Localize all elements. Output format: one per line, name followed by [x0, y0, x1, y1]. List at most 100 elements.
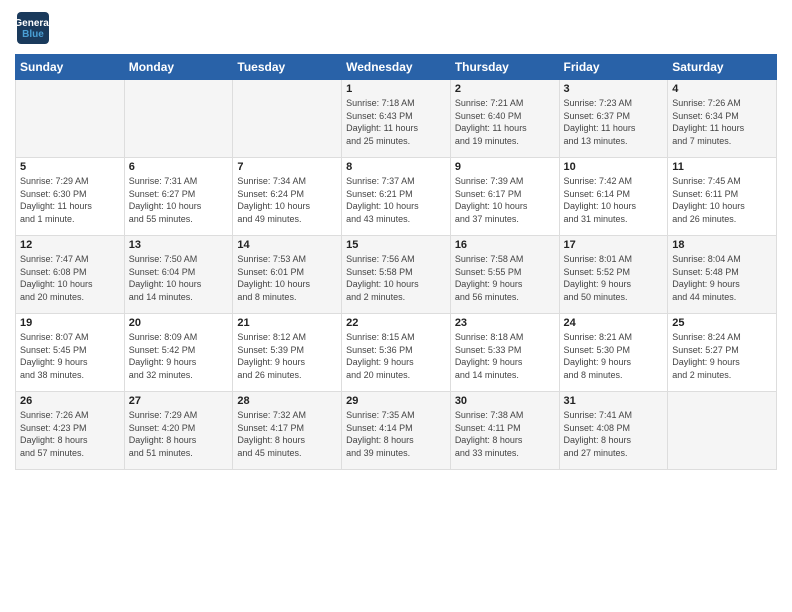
calendar-cell: 2Sunrise: 7:21 AM Sunset: 6:40 PM Daylig… — [450, 80, 559, 158]
calendar-cell: 29 Sunrise: 7:35 AM Sunset: 4:14 PM Dayli… — [342, 392, 451, 470]
calendar-cell: 24 Sunrise: 8:21 AM Sunset: 5:30 PM Dayli… — [559, 314, 668, 392]
day-content: Sunrise: 7:42 AM Sunset: 6:14 PM Dayligh… — [564, 175, 664, 225]
svg-text:Blue: Blue — [22, 29, 44, 40]
day-number: 17 — [564, 239, 664, 251]
day-content: Sunrise: 7:34 AM Sunset: 6:24 PM Dayligh… — [237, 175, 337, 225]
calendar-cell: 19 Sunrise: 8:07 AM Sunset: 5:45 PM Dayli… — [16, 314, 125, 392]
day-number: 23 — [455, 317, 555, 329]
day-number: 19 — [20, 317, 120, 329]
svg-text:General: General — [15, 18, 51, 29]
day-content: Sunrise: 7:29 AM Sunset: 4:20 PM Dayligh… — [129, 409, 229, 459]
day-content: Sunrise: 7:47 AM Sunset: 6:08 PM Dayligh… — [20, 253, 120, 303]
calendar-week-row: 5 Sunrise: 7:29 AM Sunset: 6:30 PM Daylig… — [16, 158, 777, 236]
day-number: 10 — [564, 161, 664, 173]
day-content: Sunrise: 8:21 AM Sunset: 5:30 PM Dayligh… — [564, 331, 664, 381]
day-number: 11 — [672, 161, 772, 173]
calendar-cell: 25 Sunrise: 8:24 AM Sunset: 5:27 PM Dayli… — [668, 314, 777, 392]
calendar-cell: 31 Sunrise: 7:41 AM Sunset: 4:08 PM Dayli… — [559, 392, 668, 470]
day-content: Sunrise: 7:58 AM Sunset: 5:55 PM Dayligh… — [455, 253, 555, 303]
day-number: 13 — [129, 239, 229, 251]
day-content: Sunrise: 8:07 AM Sunset: 5:45 PM Dayligh… — [20, 331, 120, 381]
day-number: 29 — [346, 395, 446, 407]
calendar-cell — [668, 392, 777, 470]
calendar-week-row: 1Sunrise: 7:18 AM Sunset: 6:43 PM Daylig… — [16, 80, 777, 158]
page-header: General Blue — [15, 10, 777, 46]
day-number: 28 — [237, 395, 337, 407]
day-content: Sunrise: 8:15 AM Sunset: 5:36 PM Dayligh… — [346, 331, 446, 381]
day-content: Sunrise: 7:45 AM Sunset: 6:11 PM Dayligh… — [672, 175, 772, 225]
calendar-cell: 18 Sunrise: 8:04 AM Sunset: 5:48 PM Dayli… — [668, 236, 777, 314]
calendar-cell: 6 Sunrise: 7:31 AM Sunset: 6:27 PM Daylig… — [124, 158, 233, 236]
weekday-header-cell: Thursday — [450, 55, 559, 80]
calendar-cell: 10 Sunrise: 7:42 AM Sunset: 6:14 PM Dayli… — [559, 158, 668, 236]
day-content: Sunrise: 7:21 AM Sunset: 6:40 PM Dayligh… — [455, 97, 555, 147]
day-content: Sunrise: 8:24 AM Sunset: 5:27 PM Dayligh… — [672, 331, 772, 381]
calendar-week-row: 26 Sunrise: 7:26 AM Sunset: 4:23 PM Dayli… — [16, 392, 777, 470]
day-number: 3 — [564, 83, 664, 95]
weekday-header-cell: Friday — [559, 55, 668, 80]
calendar-cell: 20Sunrise: 8:09 AM Sunset: 5:42 PM Dayli… — [124, 314, 233, 392]
day-content: Sunrise: 8:04 AM Sunset: 5:48 PM Dayligh… — [672, 253, 772, 303]
day-content: Sunrise: 7:38 AM Sunset: 4:11 PM Dayligh… — [455, 409, 555, 459]
day-content: Sunrise: 7:41 AM Sunset: 4:08 PM Dayligh… — [564, 409, 664, 459]
day-number: 9 — [455, 161, 555, 173]
day-content: Sunrise: 8:01 AM Sunset: 5:52 PM Dayligh… — [564, 253, 664, 303]
day-number: 7 — [237, 161, 337, 173]
calendar-cell: 21Sunrise: 8:12 AM Sunset: 5:39 PM Dayli… — [233, 314, 342, 392]
day-number: 8 — [346, 161, 446, 173]
calendar-cell: 13Sunrise: 7:50 AM Sunset: 6:04 PM Dayli… — [124, 236, 233, 314]
day-content: Sunrise: 7:31 AM Sunset: 6:27 PM Dayligh… — [129, 175, 229, 225]
day-number: 22 — [346, 317, 446, 329]
day-number: 15 — [346, 239, 446, 251]
weekday-header-cell: Sunday — [16, 55, 125, 80]
calendar-body: 1Sunrise: 7:18 AM Sunset: 6:43 PM Daylig… — [16, 80, 777, 470]
calendar-cell: 30 Sunrise: 7:38 AM Sunset: 4:11 PM Dayli… — [450, 392, 559, 470]
day-number: 14 — [237, 239, 337, 251]
calendar-cell: 14 Sunrise: 7:53 AM Sunset: 6:01 PM Dayli… — [233, 236, 342, 314]
day-content: Sunrise: 7:56 AM Sunset: 5:58 PM Dayligh… — [346, 253, 446, 303]
logo-icon: General Blue — [15, 10, 51, 46]
calendar-cell: 27Sunrise: 7:29 AM Sunset: 4:20 PM Dayli… — [124, 392, 233, 470]
day-number: 5 — [20, 161, 120, 173]
calendar-cell: 4Sunrise: 7:26 AM Sunset: 6:34 PM Daylig… — [668, 80, 777, 158]
day-number: 26 — [20, 395, 120, 407]
calendar-week-row: 19 Sunrise: 8:07 AM Sunset: 5:45 PM Dayli… — [16, 314, 777, 392]
day-content: Sunrise: 7:23 AM Sunset: 6:37 PM Dayligh… — [564, 97, 664, 147]
weekday-header-cell: Monday — [124, 55, 233, 80]
calendar-cell: 5 Sunrise: 7:29 AM Sunset: 6:30 PM Daylig… — [16, 158, 125, 236]
weekday-header-cell: Saturday — [668, 55, 777, 80]
day-number: 30 — [455, 395, 555, 407]
calendar-cell: 9 Sunrise: 7:39 AM Sunset: 6:17 PM Daylig… — [450, 158, 559, 236]
weekday-header-row: SundayMondayTuesdayWednesdayThursdayFrid… — [16, 55, 777, 80]
calendar-cell: 17 Sunrise: 8:01 AM Sunset: 5:52 PM Dayli… — [559, 236, 668, 314]
calendar-cell: 22 Sunrise: 8:15 AM Sunset: 5:36 PM Dayli… — [342, 314, 451, 392]
day-number: 6 — [129, 161, 229, 173]
calendar-cell: 3 Sunrise: 7:23 AM Sunset: 6:37 PM Daylig… — [559, 80, 668, 158]
calendar-cell: 16 Sunrise: 7:58 AM Sunset: 5:55 PM Dayli… — [450, 236, 559, 314]
day-content: Sunrise: 7:32 AM Sunset: 4:17 PM Dayligh… — [237, 409, 337, 459]
calendar-cell: 15 Sunrise: 7:56 AM Sunset: 5:58 PM Dayli… — [342, 236, 451, 314]
calendar-table: SundayMondayTuesdayWednesdayThursdayFrid… — [15, 54, 777, 470]
day-number: 31 — [564, 395, 664, 407]
weekday-header-cell: Tuesday — [233, 55, 342, 80]
day-number: 24 — [564, 317, 664, 329]
day-content: Sunrise: 7:53 AM Sunset: 6:01 PM Dayligh… — [237, 253, 337, 303]
day-number: 25 — [672, 317, 772, 329]
day-number: 4 — [672, 83, 772, 95]
day-content: Sunrise: 7:35 AM Sunset: 4:14 PM Dayligh… — [346, 409, 446, 459]
calendar-cell: 1Sunrise: 7:18 AM Sunset: 6:43 PM Daylig… — [342, 80, 451, 158]
day-content: Sunrise: 7:29 AM Sunset: 6:30 PM Dayligh… — [20, 175, 120, 225]
calendar-cell: 7 Sunrise: 7:34 AM Sunset: 6:24 PM Daylig… — [233, 158, 342, 236]
calendar-cell — [124, 80, 233, 158]
calendar-week-row: 12Sunrise: 7:47 AM Sunset: 6:08 PM Dayli… — [16, 236, 777, 314]
day-content: Sunrise: 7:26 AM Sunset: 4:23 PM Dayligh… — [20, 409, 120, 459]
day-content: Sunrise: 8:09 AM Sunset: 5:42 PM Dayligh… — [129, 331, 229, 381]
day-content: Sunrise: 7:37 AM Sunset: 6:21 PM Dayligh… — [346, 175, 446, 225]
day-number: 18 — [672, 239, 772, 251]
calendar-cell: 8 Sunrise: 7:37 AM Sunset: 6:21 PM Daylig… — [342, 158, 451, 236]
day-number: 16 — [455, 239, 555, 251]
day-content: Sunrise: 8:18 AM Sunset: 5:33 PM Dayligh… — [455, 331, 555, 381]
logo: General Blue — [15, 10, 51, 46]
calendar-cell: 26 Sunrise: 7:26 AM Sunset: 4:23 PM Dayli… — [16, 392, 125, 470]
day-content: Sunrise: 7:39 AM Sunset: 6:17 PM Dayligh… — [455, 175, 555, 225]
